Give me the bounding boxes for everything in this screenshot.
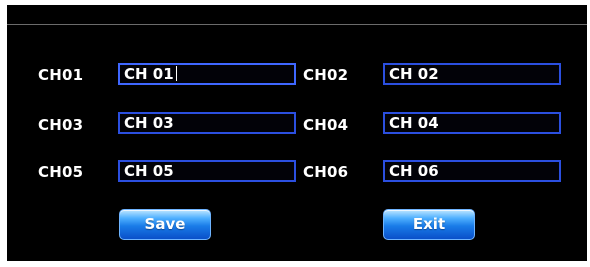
save-button[interactable]: Save xyxy=(119,209,211,240)
top-divider xyxy=(7,24,587,25)
ch06-label: CH06 xyxy=(303,163,349,181)
ch01-name-value: CH 01 xyxy=(124,65,174,83)
exit-button[interactable]: Exit xyxy=(383,209,475,240)
ch06-name-field[interactable]: CH 06 xyxy=(383,160,561,182)
ch01-name-field[interactable]: CH 01 xyxy=(118,63,296,85)
ch04-label: CH04 xyxy=(303,116,349,134)
ch04-name-field[interactable]: CH 04 xyxy=(383,112,561,134)
text-caret xyxy=(175,66,177,81)
channel-name-dialog: CH01 CH 01 CH02 CH 02 CH03 CH 03 CH04 CH… xyxy=(7,5,587,261)
ch03-label: CH03 xyxy=(38,116,84,134)
ch01-label: CH01 xyxy=(38,66,84,84)
ch05-name-field[interactable]: CH 05 xyxy=(118,160,296,182)
ch03-name-field[interactable]: CH 03 xyxy=(118,112,296,134)
ch05-label: CH05 xyxy=(38,163,84,181)
ch02-name-field[interactable]: CH 02 xyxy=(383,63,561,85)
ch02-label: CH02 xyxy=(303,66,349,84)
